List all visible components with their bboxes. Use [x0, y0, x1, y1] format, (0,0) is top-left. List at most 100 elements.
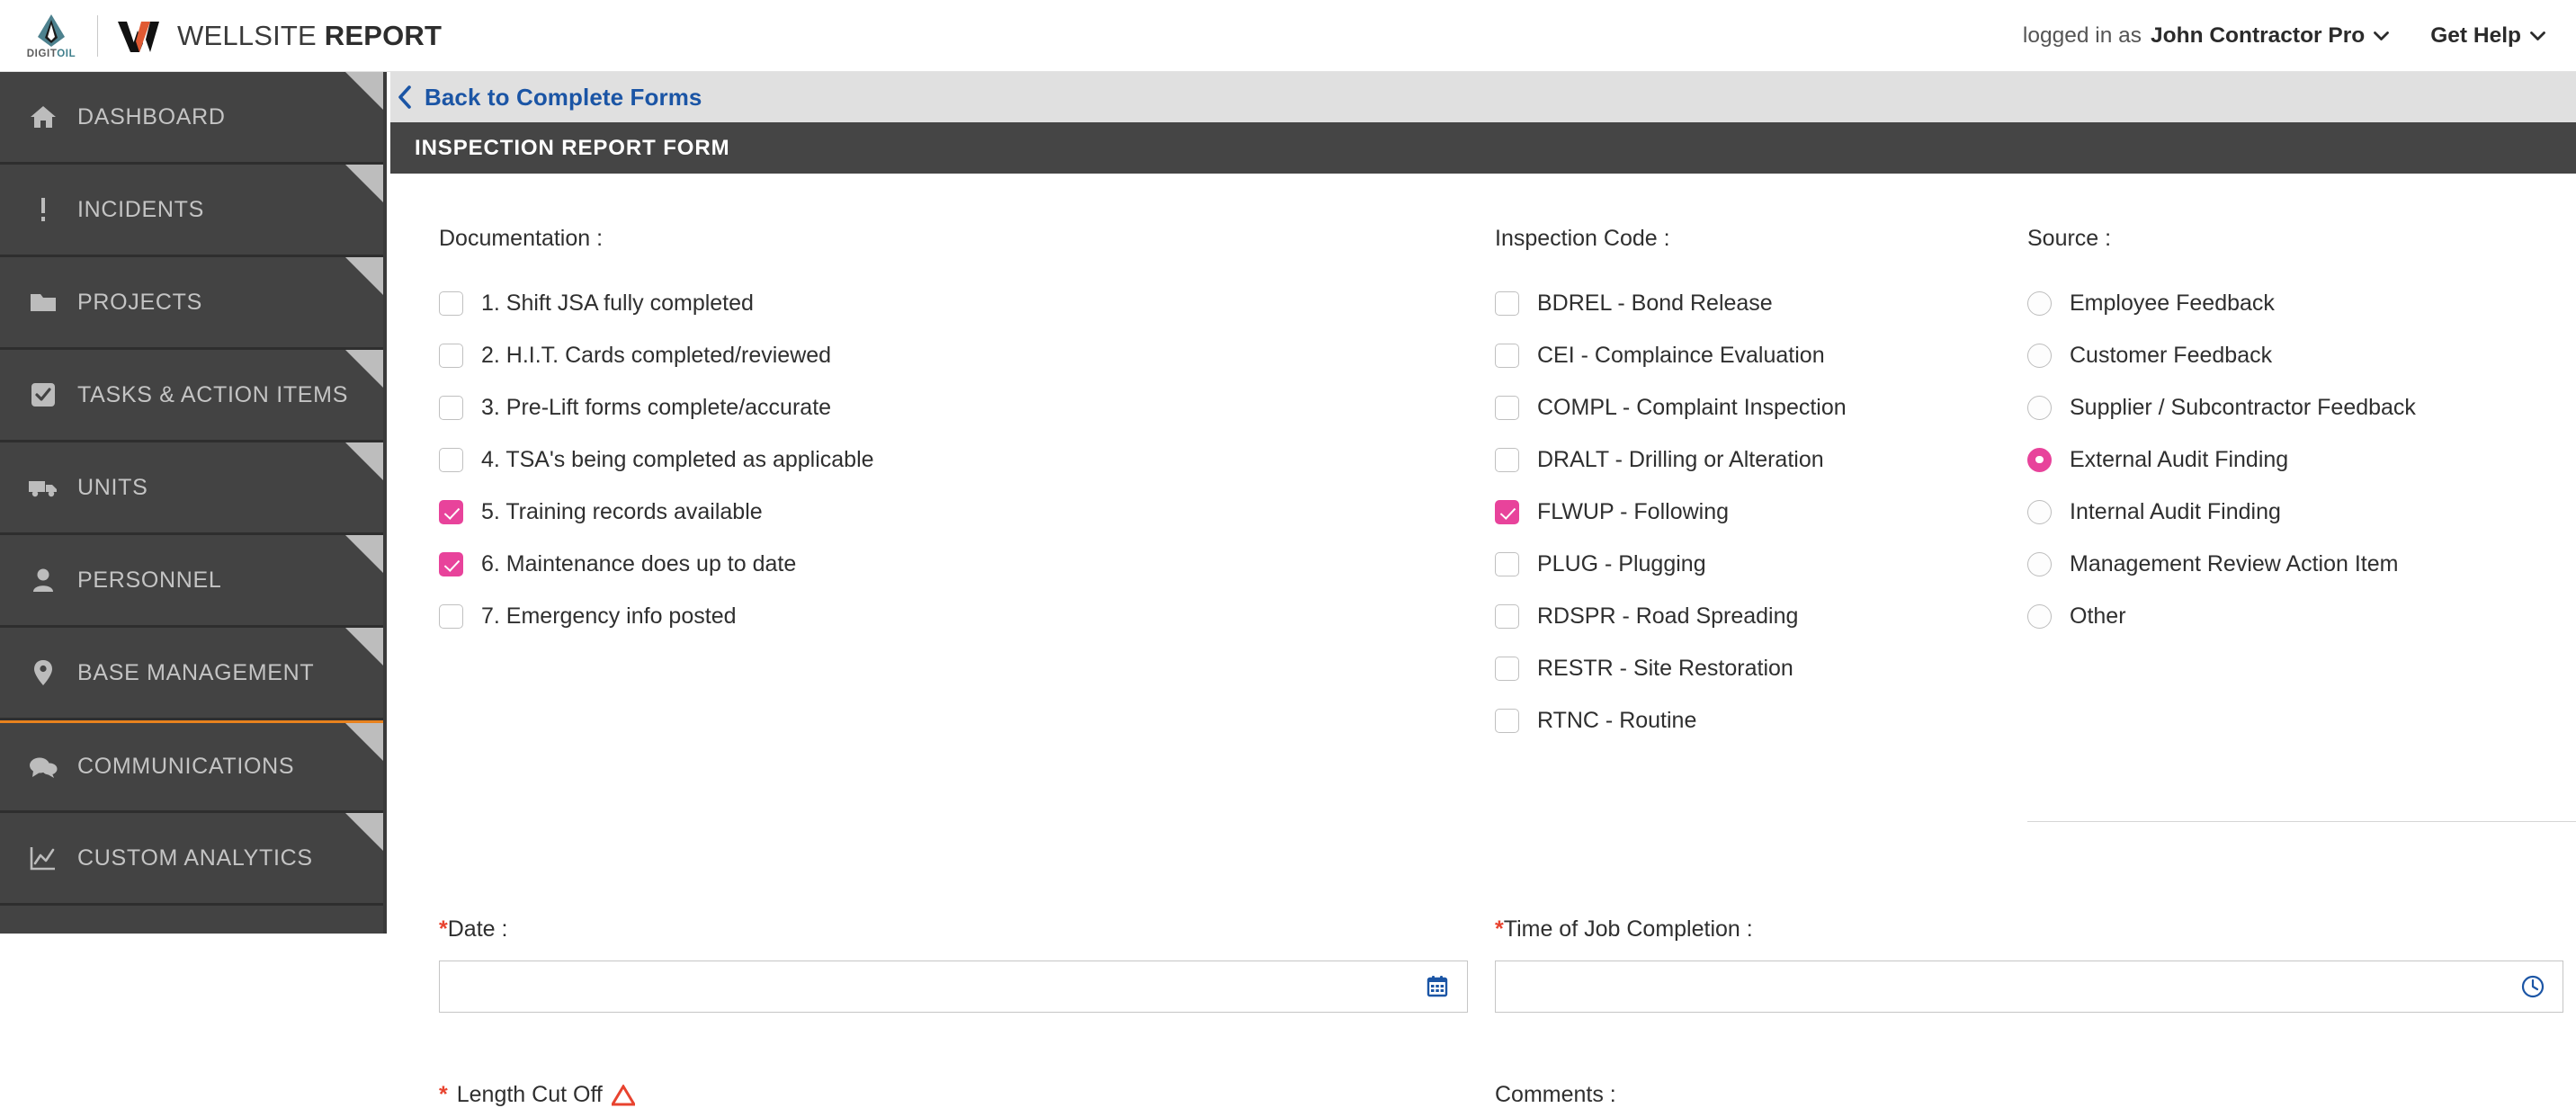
source-option-label: External Audit Finding	[2070, 446, 2289, 472]
source-option-label: Customer Feedback	[2070, 342, 2273, 368]
sidebar-item-units[interactable]: UNITS	[0, 442, 383, 535]
documentation-option-label: 2. H.I.T. Cards completed/reviewed	[481, 342, 832, 368]
source-option[interactable]: Supplier / Subcontractor Feedback	[2027, 381, 2531, 433]
sidebar-item-personnel[interactable]: PERSONNEL	[0, 535, 383, 628]
sidebar-item-base-management[interactable]: BASE MANAGEMENT	[0, 628, 383, 720]
source-option[interactable]: Internal Audit Finding	[2027, 486, 2531, 538]
checkbox-icon[interactable]	[1495, 708, 1519, 733]
checkbox-icon[interactable]	[439, 603, 463, 629]
sidebar-item-label: UNITS	[77, 474, 148, 500]
get-help-menu[interactable]: Get Help	[2430, 23, 2545, 49]
required-asterisk: *	[439, 1082, 448, 1107]
sidebar-item-dashboard[interactable]: DASHBOARD	[0, 72, 383, 165]
documentation-option-label: 6. Maintenance does up to date	[481, 550, 797, 576]
source-option[interactable]: Employee Feedback	[2027, 277, 2531, 329]
checkbox-icon[interactable]	[1495, 395, 1519, 420]
radio-icon[interactable]	[2027, 290, 2052, 316]
checkbox-icon[interactable]	[1495, 343, 1519, 368]
checkbox-icon[interactable]	[439, 499, 463, 524]
user-menu[interactable]: logged in as John Contractor Pro	[2023, 23, 2390, 49]
checkbox-icon[interactable]	[439, 395, 463, 420]
inspection-code-option[interactable]: FLWUP - Following	[1495, 486, 2026, 538]
corner-fold-decoration	[345, 442, 383, 480]
source-option[interactable]: Customer Feedback	[2027, 329, 2531, 381]
length-cut-off-field-label: * Length Cut Off	[439, 1082, 635, 1108]
inspection-code-option[interactable]: PLUG - Plugging	[1495, 538, 2026, 590]
inspection-code-option[interactable]: RESTR - Site Restoration	[1495, 642, 2026, 694]
inspection-code-option[interactable]: CEI - Complaince Evaluation	[1495, 329, 2026, 381]
documentation-option[interactable]: 5. Training records available	[439, 486, 1491, 538]
form-body: Documentation : 1. Shift JSA fully compl…	[390, 174, 2576, 1107]
inspection-code-option[interactable]: RDSPR - Road Spreading	[1495, 590, 2026, 642]
checkbox-icon[interactable]	[439, 343, 463, 368]
date-input-wrapper[interactable]	[439, 961, 1468, 1013]
documentation-option[interactable]: 6. Maintenance does up to date	[439, 538, 1491, 590]
source-option-label: Management Review Action Item	[2070, 550, 2399, 576]
radio-icon[interactable]	[2027, 343, 2052, 368]
radio-icon[interactable]	[2027, 499, 2052, 524]
time-input[interactable]	[1496, 961, 2563, 1012]
inspection-code-option-label: RTNC - Routine	[1537, 707, 1697, 733]
sidebar-item-label: TASKS & ACTION ITEMS	[77, 381, 349, 407]
inspection-code-option[interactable]: COMPL - Complaint Inspection	[1495, 381, 2026, 433]
brand-divider	[97, 15, 98, 57]
checkbox-icon[interactable]	[1495, 447, 1519, 472]
checkbox-icon[interactable]	[1495, 603, 1519, 629]
radio-icon[interactable]	[2027, 447, 2052, 472]
corner-fold-decoration	[345, 535, 383, 573]
sidebar-item-projects[interactable]: PROJECTS	[0, 257, 383, 350]
get-help-label: Get Help	[2430, 23, 2521, 48]
source-option[interactable]: External Audit Finding	[2027, 433, 2531, 486]
sidebar-item-tasks-action-items[interactable]: TASKS & ACTION ITEMS	[0, 350, 383, 442]
back-to-complete-forms-link[interactable]: Back to Complete Forms	[398, 84, 702, 112]
source-option[interactable]: Other	[2027, 590, 2531, 642]
documentation-option-label: 1. Shift JSA fully completed	[481, 290, 754, 316]
clock-icon[interactable]	[2521, 975, 2545, 998]
inspection-code-section: Inspection Code : BDREL - Bond Release C…	[1495, 174, 2026, 746]
date-field-label: *Date :	[439, 916, 1468, 943]
sidebar-item-label: PROJECTS	[77, 289, 202, 315]
checkbox-icon[interactable]	[439, 447, 463, 472]
required-asterisk: *	[1495, 916, 1504, 942]
checkbox-icon[interactable]	[1495, 499, 1519, 524]
calendar-icon[interactable]	[1426, 975, 1449, 998]
documentation-option[interactable]: 2. H.I.T. Cards completed/reviewed	[439, 329, 1491, 381]
date-input[interactable]	[440, 961, 1467, 1012]
user-name: John Contractor Pro	[2151, 23, 2366, 48]
checkbox-icon[interactable]	[1495, 656, 1519, 681]
checkbox-icon[interactable]	[439, 290, 463, 316]
documentation-option[interactable]: 3. Pre-Lift forms complete/accurate	[439, 381, 1491, 433]
documentation-option-label: 3. Pre-Lift forms complete/accurate	[481, 394, 832, 420]
inspection-code-group-label: Inspection Code :	[1495, 226, 1670, 251]
source-option-label: Supplier / Subcontractor Feedback	[2070, 394, 2416, 420]
inspection-code-option-label: PLUG - Plugging	[1537, 550, 1706, 576]
inspection-code-option[interactable]: DRALT - Drilling or Alteration	[1495, 433, 2026, 486]
checkbox-icon[interactable]	[439, 551, 463, 576]
app-title-light: WELLSITE	[177, 20, 325, 51]
sidebar-item-communications[interactable]: COMMUNICATIONS	[0, 720, 383, 813]
sidebar-item-label: INCIDENTS	[77, 196, 205, 222]
inspection-code-option-label: RESTR - Site Restoration	[1537, 655, 1793, 681]
corner-fold-decoration	[345, 813, 383, 851]
documentation-option[interactable]: 1. Shift JSA fully completed	[439, 277, 1491, 329]
documentation-option[interactable]: 4. TSA's being completed as applicable	[439, 433, 1491, 486]
source-option[interactable]: Management Review Action Item	[2027, 538, 2531, 590]
sidebar-item-custom-analytics[interactable]: CUSTOM ANALYTICS	[0, 813, 383, 906]
chevron-down-icon	[2530, 31, 2545, 40]
digitoil-word-part2: OIL	[57, 49, 76, 60]
inspection-code-option[interactable]: BDREL - Bond Release	[1495, 277, 2026, 329]
sidebar-item-incidents[interactable]: INCIDENTS	[0, 165, 383, 257]
radio-icon[interactable]	[2027, 551, 2052, 576]
checkbox-icon[interactable]	[1495, 551, 1519, 576]
sidebar-item-label: BASE MANAGEMENT	[77, 659, 315, 685]
chevron-left-icon	[398, 85, 411, 109]
radio-icon[interactable]	[2027, 395, 2052, 420]
checkbox-icon[interactable]	[1495, 290, 1519, 316]
documentation-section: Documentation : 1. Shift JSA fully compl…	[439, 174, 1491, 642]
brand-group: DIGITOIL WELLSITE REPORT	[16, 0, 442, 72]
radio-icon[interactable]	[2027, 603, 2052, 629]
time-input-wrapper[interactable]	[1495, 961, 2563, 1013]
inspection-code-option[interactable]: RTNC - Routine	[1495, 694, 2026, 746]
form-title-bar: INSPECTION REPORT FORM	[390, 122, 2576, 174]
documentation-option[interactable]: 7. Emergency info posted	[439, 590, 1491, 642]
